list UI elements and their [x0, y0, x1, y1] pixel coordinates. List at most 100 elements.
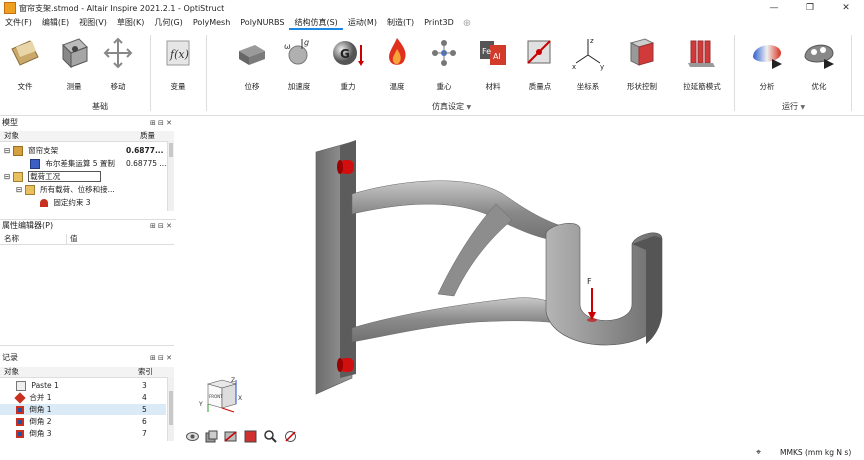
- menu-bar: 文件(F) 编辑(E) 视图(V) 草图(K) 几何(G) PolyMesh P…: [0, 16, 864, 30]
- render-mode-icon[interactable]: [205, 430, 218, 443]
- menu-print3d[interactable]: Print3D: [419, 16, 459, 30]
- column-name: 名称: [4, 234, 19, 243]
- collapse-toggle-icon[interactable]: ⊟: [4, 146, 10, 155]
- panel-controls-icon[interactable]: ⊞ ⊟ ✕: [150, 117, 172, 129]
- tree-row[interactable]: ⊟ 窗帘支架: [4, 145, 58, 156]
- constraint-icon: [40, 199, 48, 207]
- window-title: 窗帘支架.stmod - Altair Inspire 2021.2.1 - O…: [19, 3, 225, 13]
- part-icon: [12, 146, 23, 156]
- tool-gravity[interactable]: G 重力: [326, 35, 370, 92]
- viewport-3d[interactable]: F FRONT X Y Z: [176, 116, 864, 446]
- menu-polymesh[interactable]: PolyMesh: [188, 16, 235, 30]
- column-index[interactable]: 索引: [138, 367, 153, 377]
- menu-motion[interactable]: 运动(M): [343, 16, 382, 30]
- rename-field[interactable]: 载荷工况: [28, 171, 102, 182]
- svg-text:z: z: [590, 37, 594, 45]
- tool-shape-control[interactable]: 形状控制: [620, 35, 664, 92]
- close-button[interactable]: ✕: [828, 0, 864, 16]
- boolean-icon: [30, 159, 40, 169]
- move-arrows-icon: [101, 35, 135, 71]
- center-of-gravity-icon: [427, 35, 461, 71]
- tool-material[interactable]: Fe Al 材料: [471, 35, 515, 92]
- tree-row[interactable]: 布尔差集运算 5 置制: [30, 158, 115, 169]
- history-row[interactable]: 倒角 3 7: [16, 428, 166, 439]
- folder-icon: [12, 172, 23, 182]
- tool-draw-direction[interactable]: 拉延筋模式: [680, 35, 724, 92]
- displacement-icon: [232, 35, 269, 71]
- panel-controls-icon[interactable]: ⊞ ⊟ ✕: [150, 352, 172, 364]
- collapse-toggle-icon[interactable]: ⊟: [16, 185, 22, 194]
- tool-file[interactable]: 文件: [3, 35, 47, 92]
- history-row-selected[interactable]: 倒角 1 5: [0, 404, 166, 415]
- ribbon-separator: [150, 35, 151, 111]
- tree-row[interactable]: ⊟ 载荷工况: [4, 171, 102, 182]
- measure-icon: [57, 35, 91, 71]
- property-grid: [0, 245, 174, 346]
- tool-acceleration[interactable]: gω 加速度: [277, 35, 321, 92]
- unit-system[interactable]: MMKS (mm kg N s): [780, 446, 851, 460]
- tool-analyze[interactable]: 分析: [745, 35, 789, 92]
- tool-temperature[interactable]: 温度: [375, 35, 419, 92]
- bolt-bottom: [337, 358, 354, 372]
- model-scrollbar[interactable]: [167, 141, 174, 211]
- scrollbar-thumb[interactable]: [169, 391, 173, 425]
- group-label-sim-setup[interactable]: 仿真设定 ▼: [432, 101, 471, 112]
- title-bar: 窗帘支架.stmod - Altair Inspire 2021.2.1 - O…: [0, 0, 864, 16]
- app-logo-icon: [4, 2, 16, 14]
- zoom-icon[interactable]: [264, 430, 277, 443]
- bracket-model[interactable]: F: [176, 116, 864, 446]
- menu-file[interactable]: 文件(F): [0, 16, 37, 30]
- tool-move[interactable]: 移动: [96, 35, 140, 92]
- menu-view[interactable]: 视图(V): [74, 16, 112, 30]
- view-cube[interactable]: FRONT X Y Z: [198, 376, 248, 416]
- force-label: F: [587, 277, 592, 286]
- svg-text:ω: ω: [284, 42, 291, 51]
- material-icon: Fe Al: [476, 35, 510, 71]
- function-variable-icon: f(x): [161, 35, 195, 71]
- add-tab-icon[interactable]: ⊕: [459, 18, 475, 29]
- history-row[interactable]: 倒角 2 6: [16, 416, 166, 427]
- history-row[interactable]: 合并 1 4: [14, 392, 166, 404]
- scrollbar-thumb[interactable]: [169, 143, 173, 157]
- tree-row[interactable]: ⊟ 所有载荷、位移和接...: [16, 184, 115, 195]
- chamfer-icon: [16, 430, 24, 438]
- tool-variables[interactable]: f(x) 变量: [156, 35, 200, 92]
- tool-measure[interactable]: 测量: [52, 35, 96, 92]
- optimize-icon: [802, 35, 836, 71]
- tool-point-mass[interactable]: 质量点: [518, 35, 562, 92]
- menu-structures[interactable]: 结构仿真(S): [289, 16, 343, 30]
- menu-manufacturing[interactable]: 制造(T): [382, 16, 419, 30]
- crosshair-icon[interactable]: ⌖: [756, 446, 761, 460]
- tool-center-of-gravity[interactable]: 重心: [422, 35, 466, 92]
- analyze-icon: [750, 35, 784, 71]
- panel-controls-icon[interactable]: ⊞ ⊟ ✕: [150, 220, 172, 232]
- history-column-header: 对象 索引: [0, 367, 174, 378]
- tool-displacement[interactable]: 位移: [230, 35, 274, 92]
- column-object[interactable]: 对象: [4, 367, 19, 377]
- section-cut-icon[interactable]: [224, 430, 237, 443]
- eye-visibility-icon[interactable]: [186, 430, 199, 443]
- collapse-toggle-icon[interactable]: ⊟: [4, 172, 10, 181]
- history-scrollbar[interactable]: [167, 377, 174, 441]
- model-column-header: 对象 质量: [0, 131, 174, 142]
- menu-geometry[interactable]: 几何(G): [149, 16, 187, 30]
- column-mass[interactable]: 质量: [140, 131, 155, 141]
- column-object[interactable]: 对象: [4, 131, 19, 141]
- measure-tool-icon[interactable]: [284, 430, 297, 443]
- group-label-run[interactable]: 运行 ▼: [782, 101, 805, 112]
- menu-edit[interactable]: 编辑(E): [37, 16, 74, 30]
- ribbon-separator: [851, 35, 852, 111]
- acceleration-icon: gω: [282, 35, 316, 71]
- minimize-button[interactable]: —: [756, 0, 792, 16]
- svg-text:f(x): f(x): [169, 48, 189, 61]
- menu-sketch[interactable]: 草图(K): [112, 16, 150, 30]
- tool-optimize[interactable]: 优化: [797, 35, 841, 92]
- menu-polynurbs[interactable]: PolyNURBS: [235, 16, 289, 30]
- model-panel-title: 模型 ⊞ ⊟ ✕: [2, 117, 172, 129]
- tool-coordinate-system[interactable]: zxy 坐标系: [566, 35, 610, 92]
- box-select-icon[interactable]: [244, 430, 257, 443]
- restore-button[interactable]: ❐: [792, 0, 828, 16]
- flame-icon: [380, 35, 414, 71]
- tree-row[interactable]: 固定约束 3: [40, 197, 91, 208]
- history-row[interactable]: Paste 1 3: [16, 380, 166, 391]
